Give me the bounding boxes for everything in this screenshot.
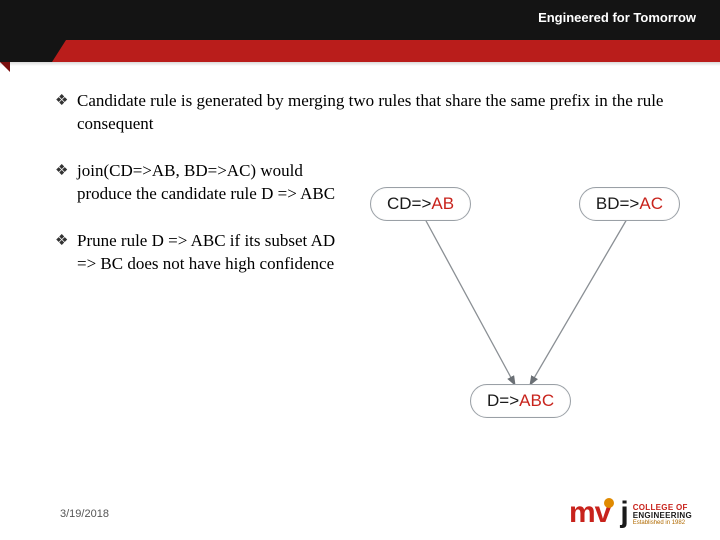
- header-accent-cut: [52, 40, 66, 62]
- header-shadow: [0, 62, 720, 66]
- header-accent-fill: [0, 40, 52, 62]
- node-bottom-lhs: D=>: [487, 391, 519, 410]
- node-right-lhs: BD=>: [596, 194, 639, 213]
- diamond-bullet-icon: ❖: [55, 90, 77, 113]
- node-right-rhs: AC: [639, 194, 663, 213]
- diagram-node-bottom: D=>ABC: [470, 384, 571, 418]
- diagram-node-left: CD=>AB: [370, 187, 471, 221]
- bullet-1-text: Candidate rule is generated by merging t…: [77, 90, 690, 136]
- header-red-stripe: [0, 40, 720, 62]
- logo-dot-icon: [604, 498, 614, 508]
- logo-est: Established in 1982: [633, 520, 692, 526]
- node-bottom-rhs: ABC: [519, 391, 554, 410]
- header-accent-tri: [0, 62, 10, 72]
- footer-date: 3/19/2018: [60, 508, 109, 520]
- college-logo: mv j COLLEGE OF ENGINEERING Established …: [569, 499, 692, 526]
- rule-merge-diagram: CD=>AB BD=>AC D=>ABC: [365, 185, 685, 420]
- diamond-bullet-icon: ❖: [55, 230, 77, 253]
- logo-line2: ENGINEERING: [633, 512, 692, 520]
- node-left-rhs: AB: [431, 194, 454, 213]
- diamond-bullet-icon: ❖: [55, 160, 77, 183]
- node-left-lhs: CD=>: [387, 194, 431, 213]
- header-tagline: Engineered for Tomorrow: [538, 10, 696, 25]
- logo-j: j: [620, 499, 628, 526]
- bullet-2-text: join(CD=>AB, BD=>AC) would produce the c…: [77, 160, 357, 206]
- diagram-node-right: BD=>AC: [579, 187, 680, 221]
- bullet-1: ❖ Candidate rule is generated by merging…: [55, 90, 690, 136]
- header-bar: Engineered for Tomorrow: [0, 0, 720, 40]
- bullet-3-text: Prune rule D => ABC if its subset AD => …: [77, 230, 357, 276]
- logo-text: COLLEGE OF ENGINEERING Established in 19…: [633, 504, 692, 526]
